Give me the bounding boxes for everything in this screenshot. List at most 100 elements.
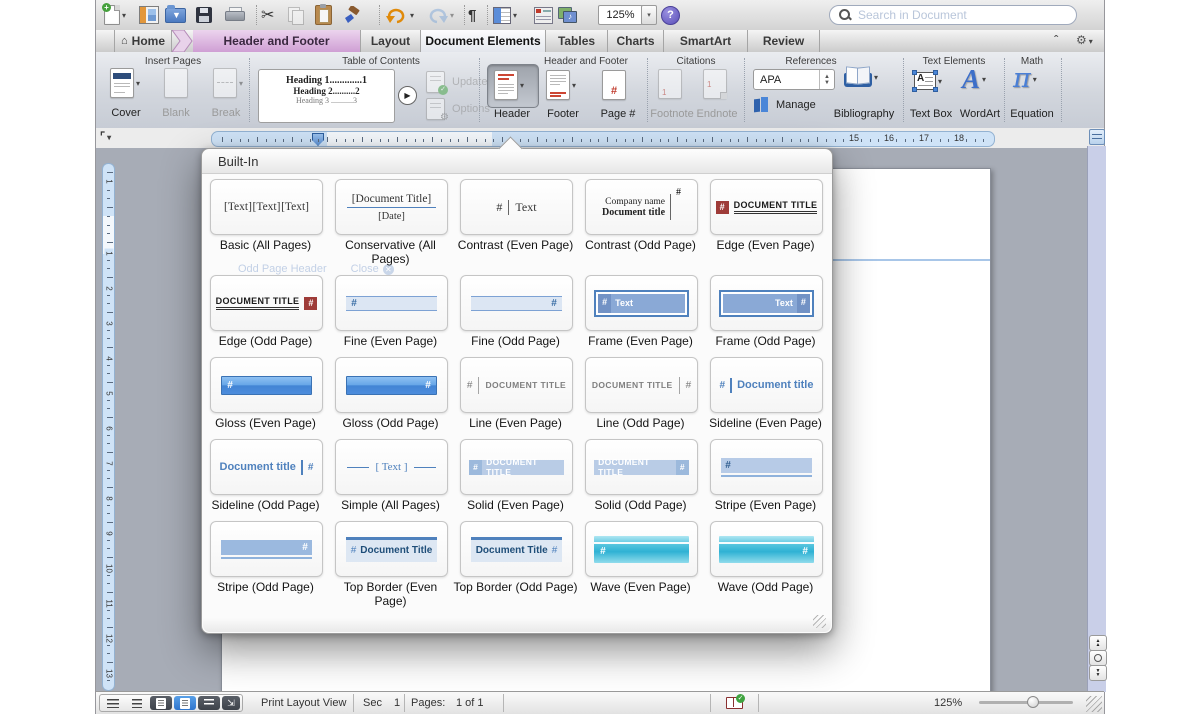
gallery-item-gloss-odd-page[interactable]: # xyxy=(335,357,448,413)
tab-charts[interactable]: Charts xyxy=(608,30,664,52)
select-browse-object-button[interactable] xyxy=(1089,650,1107,666)
gallery-item-contrast-odd-page[interactable]: Company nameDocument title# xyxy=(585,179,698,235)
save-button[interactable] xyxy=(196,4,212,26)
preview-title: Document title xyxy=(602,207,665,218)
gallery-item-solid-even-page[interactable]: #DOCUMENT TITLE xyxy=(460,439,573,495)
gallery-item-top-border-odd-page[interactable]: Document Title# xyxy=(460,521,573,577)
gallery-item-conservative-all-pages[interactable]: [Document Title][Date] xyxy=(335,179,448,235)
notebook-layout-view-button[interactable] xyxy=(198,696,220,710)
print-layout-view-button[interactable] xyxy=(174,696,196,710)
collapse-ribbon-button[interactable]: ˆ xyxy=(1054,33,1058,47)
browse-previous-button[interactable]: ▲▲ xyxy=(1089,635,1107,651)
gallery-item-simple-all-pages[interactable]: [ Text ] xyxy=(335,439,448,495)
full-screen-button[interactable]: ⇲ xyxy=(222,696,240,710)
vertical-scrollbar[interactable]: ▲▲ ▼▼ xyxy=(1087,146,1106,692)
gallery-item-contrast-even-page[interactable]: #Text xyxy=(460,179,573,235)
footer-button[interactable]: ▾ xyxy=(546,70,576,100)
paste-button[interactable] xyxy=(315,4,332,26)
gallery-toggle-button[interactable] xyxy=(139,4,159,26)
redo-button[interactable]: ▾ xyxy=(426,4,454,26)
header-icon xyxy=(494,70,518,100)
spelling-status-icon[interactable]: ✓ xyxy=(726,695,745,709)
copy-button[interactable] xyxy=(288,4,303,26)
search-input[interactable] xyxy=(856,7,1076,23)
gallery-item-stripe-odd-page[interactable]: # xyxy=(210,521,323,577)
gallery-item-sideline-odd-page[interactable]: Document title# xyxy=(210,439,323,495)
cut-button[interactable]: ✂ xyxy=(261,4,274,26)
gallery-item-gloss-even-page[interactable]: # xyxy=(210,357,323,413)
gallery-item-caption: Contrast (Even Page) xyxy=(453,239,578,253)
ruler-tick xyxy=(283,139,284,142)
ruler-number: 4 xyxy=(105,354,114,364)
gallery-item-edge-odd-page[interactable]: DOCUMENT TITLE# xyxy=(210,275,323,331)
horizontal-ruler[interactable]: 15161718 xyxy=(211,131,995,147)
gallery-item-frame-even-page[interactable]: #Text xyxy=(585,275,698,331)
toc-gallery-preview[interactable]: Heading 1.............1 Heading 2.......… xyxy=(258,69,395,123)
outline-view-button[interactable] xyxy=(126,696,148,710)
columns-button[interactable]: ▾ xyxy=(493,4,517,26)
gallery-resize-grip[interactable] xyxy=(813,615,826,628)
page-number-button[interactable]: # xyxy=(602,70,626,100)
endnote-button[interactable]: 1 xyxy=(703,69,727,99)
publishing-layout-view-button[interactable] xyxy=(150,696,172,710)
gallery-item-frame-odd-page[interactable]: #Text xyxy=(710,275,823,331)
new-document-button[interactable]: +▾ xyxy=(104,4,126,26)
blank-button[interactable] xyxy=(164,68,188,98)
gallery-item-solid-odd-page[interactable]: #DOCUMENT TITLE xyxy=(585,439,698,495)
zoom-slider[interactable] xyxy=(979,701,1073,704)
gallery-item-top-border-even-page[interactable]: #Document Title xyxy=(335,521,448,577)
cover-button[interactable]: ▾ xyxy=(110,68,140,98)
tab-smartart[interactable]: SmartArt xyxy=(664,30,748,52)
footnote-button[interactable]: 1 xyxy=(658,69,682,99)
help-button[interactable]: ? xyxy=(661,4,680,26)
print-button[interactable] xyxy=(225,4,245,26)
gallery-item-line-even-page[interactable]: #DOCUMENT TITLE xyxy=(460,357,573,413)
toc-gallery-expand-button[interactable]: ▶ xyxy=(398,86,417,105)
tab-document-elements[interactable]: Document Elements xyxy=(421,30,546,52)
tab-home[interactable]: ⌂ Home xyxy=(114,30,172,52)
zoom-combobox[interactable]: 125% xyxy=(598,5,643,25)
tab-review[interactable]: Review xyxy=(748,30,820,52)
gallery-item-caption: Wave (Even Page) xyxy=(578,581,703,595)
gallery-item-wave-even-page[interactable]: # xyxy=(585,521,698,577)
gallery-item-line-odd-page[interactable]: DOCUMENT TITLE# xyxy=(585,357,698,413)
tab-tables[interactable]: Tables xyxy=(546,30,608,52)
manage-citations-button[interactable]: Manage xyxy=(754,97,816,112)
gallery-item-basic-all-pages[interactable]: [Text][Text][Text] xyxy=(210,179,323,235)
vertical-ruler[interactable]: 112345678910111213 xyxy=(102,163,115,691)
ribbon-settings-button[interactable]: ⚙▾ xyxy=(1076,33,1093,47)
draft-view-button[interactable] xyxy=(102,696,124,710)
break-button[interactable]: ▾ xyxy=(213,68,243,98)
format-painter-button[interactable] xyxy=(341,4,361,26)
gallery-item-sideline-even-page[interactable]: #Document title xyxy=(710,357,823,413)
citation-style-combobox[interactable]: APA ▲▼ xyxy=(753,69,835,90)
tab-layout[interactable]: Layout xyxy=(361,30,421,52)
bibliography-button[interactable]: ▾ xyxy=(844,67,878,87)
gallery-item-wave-odd-page[interactable]: # xyxy=(710,521,823,577)
split-window-handle[interactable] xyxy=(1089,129,1105,145)
gallery-item-fine-even-page[interactable]: # xyxy=(335,275,448,331)
tab-header-and-footer-label: Header and Footer xyxy=(223,34,329,48)
tab-header-and-footer[interactable]: Header and Footer xyxy=(193,30,361,52)
search-field[interactable] xyxy=(829,5,1077,25)
window-resize-grip[interactable] xyxy=(1086,696,1102,712)
zoom-slider-knob[interactable] xyxy=(1027,696,1039,708)
text-box-button[interactable]: A ▾ xyxy=(914,72,942,90)
toolbox-button[interactable] xyxy=(534,4,553,26)
gallery-item-edge-even-page[interactable]: #DOCUMENT TITLE xyxy=(710,179,823,235)
tab-stop-selector[interactable]: ⌜▾ xyxy=(100,130,111,143)
open-button[interactable]: ▼ xyxy=(165,4,186,26)
gallery-item-fine-odd-page[interactable]: # xyxy=(460,275,573,331)
media-browser-button[interactable]: ♪ xyxy=(558,4,577,26)
equation-button[interactable]: π▾ xyxy=(1013,66,1037,92)
tab-charts-label: Charts xyxy=(616,34,654,48)
toc-options-button[interactable]: ⚙ Options xyxy=(426,98,490,120)
header-button[interactable]: ▾ xyxy=(494,70,524,100)
wordart-button[interactable]: A▾ xyxy=(962,66,986,92)
show-marks-button[interactable]: ¶ xyxy=(468,4,476,26)
undo-button[interactable]: ▾ xyxy=(386,4,414,26)
browse-next-button[interactable]: ▼▼ xyxy=(1089,665,1107,681)
gallery-item-preview: Document title# xyxy=(215,444,318,490)
zoom-stepper[interactable]: ▾ xyxy=(641,5,657,25)
gallery-item-stripe-even-page[interactable]: # xyxy=(710,439,823,495)
